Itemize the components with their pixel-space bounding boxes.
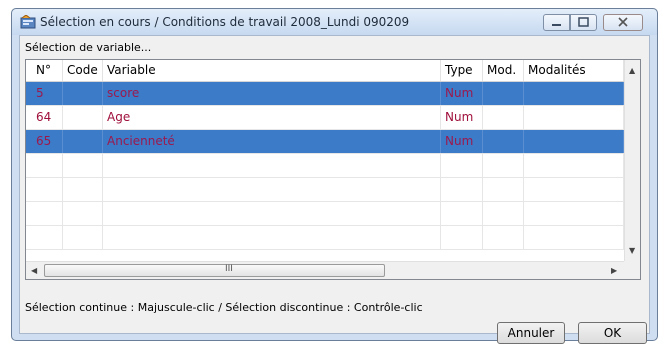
dialog-window: Sélection en cours / Conditions de trava… bbox=[11, 8, 658, 344]
table-row[interactable]: 64 Age Num bbox=[26, 106, 624, 130]
cancel-button[interactable]: Annuler bbox=[497, 322, 565, 344]
cell-type: Num bbox=[441, 82, 483, 105]
cell-modalites bbox=[524, 106, 624, 129]
minimize-icon bbox=[552, 24, 561, 26]
close-button[interactable] bbox=[603, 14, 643, 31]
dialog-body: Sélection de variable... N° Code Variabl… bbox=[19, 35, 650, 344]
column-header-n[interactable]: N° bbox=[26, 60, 63, 81]
empty-row bbox=[26, 226, 624, 250]
empty-row bbox=[26, 178, 624, 202]
column-header-mod[interactable]: Mod. bbox=[483, 60, 524, 81]
window-title: Sélection en cours / Conditions de trava… bbox=[40, 15, 410, 29]
column-header-variable[interactable]: Variable bbox=[103, 60, 441, 81]
cell-variable: Age bbox=[103, 106, 441, 129]
cell-code bbox=[63, 82, 103, 105]
cell-mod bbox=[483, 130, 524, 153]
arrow-left-icon[interactable]: ◀ bbox=[31, 266, 37, 275]
column-header-type[interactable]: Type bbox=[441, 60, 483, 81]
cell-n: 65 bbox=[26, 130, 63, 153]
horizontal-scrollbar[interactable]: ◀ III ▶ bbox=[26, 261, 624, 279]
variables-table: N° Code Variable Type Mod. Modalités 5 s… bbox=[25, 59, 641, 280]
column-header-modalites[interactable]: Modalités bbox=[524, 60, 624, 81]
empty-row bbox=[26, 202, 624, 226]
title-bar[interactable]: Sélection en cours / Conditions de trava… bbox=[12, 9, 657, 35]
maximize-icon bbox=[578, 17, 589, 27]
arrow-up-icon[interactable]: ▲ bbox=[629, 66, 635, 75]
cell-n: 64 bbox=[26, 106, 63, 129]
cell-mod bbox=[483, 82, 524, 105]
vertical-scrollbar[interactable]: ▲ ▼ bbox=[624, 60, 640, 261]
cell-code bbox=[63, 106, 103, 129]
cell-variable: Ancienneté bbox=[103, 130, 441, 153]
cell-variable: score bbox=[103, 82, 441, 105]
empty-row bbox=[26, 154, 624, 178]
table-body: 5 score Num 64 Age Num 65 Ancienneté Num bbox=[26, 82, 624, 250]
arrow-right-icon[interactable]: ▶ bbox=[611, 266, 617, 275]
grip-icon: III bbox=[225, 264, 233, 274]
cell-type: Num bbox=[441, 106, 483, 129]
minimize-button[interactable] bbox=[543, 14, 570, 31]
cell-code bbox=[63, 130, 103, 153]
column-header-code[interactable]: Code bbox=[63, 60, 103, 81]
scroll-corner bbox=[624, 261, 640, 279]
table-header: N° Code Variable Type Mod. Modalités bbox=[26, 60, 624, 82]
arrow-down-icon[interactable]: ▼ bbox=[629, 246, 635, 255]
maximize-button[interactable] bbox=[570, 14, 597, 31]
scroll-thumb[interactable]: III bbox=[44, 264, 385, 277]
ok-button[interactable]: OK bbox=[578, 322, 647, 344]
selection-hint: Sélection continue : Majuscule-clic / Sé… bbox=[25, 301, 423, 314]
close-icon bbox=[618, 17, 628, 27]
cell-modalites bbox=[524, 82, 624, 105]
cell-mod bbox=[483, 106, 524, 129]
table-row[interactable]: 5 score Num bbox=[26, 82, 624, 106]
table-row[interactable]: 65 Ancienneté Num bbox=[26, 130, 624, 154]
cell-modalites bbox=[524, 130, 624, 153]
cell-n: 5 bbox=[26, 82, 63, 105]
cell-type: Num bbox=[441, 130, 483, 153]
app-icon bbox=[20, 14, 36, 29]
selection-label: Sélection de variable... bbox=[25, 41, 152, 54]
